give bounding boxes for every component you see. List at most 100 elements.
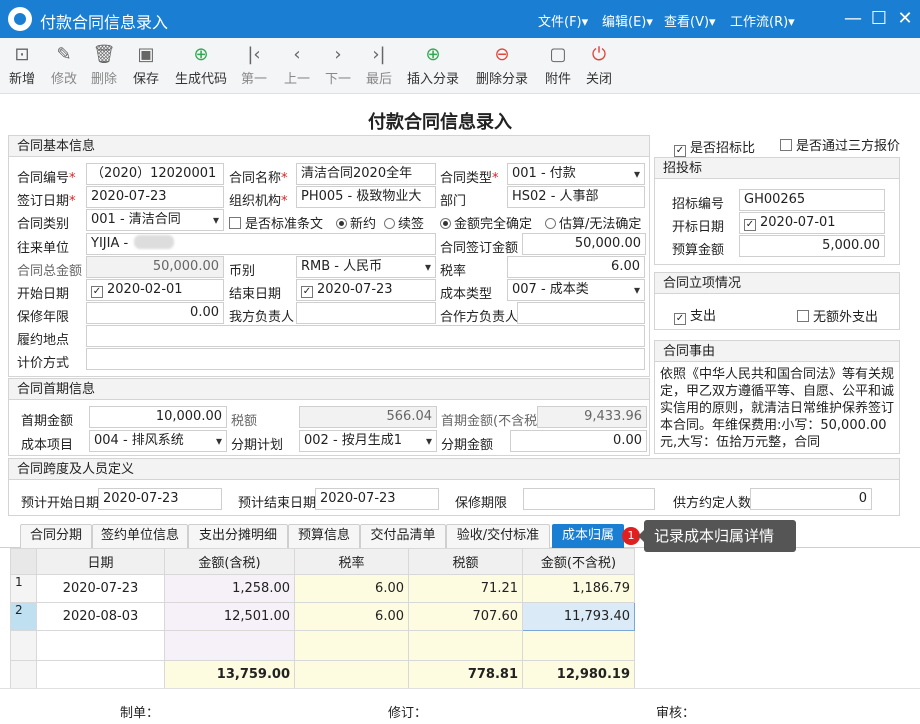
check-icon[interactable]: ✓ [301,286,313,298]
warranty-input[interactable]: 0.00 [86,302,224,324]
next-button[interactable]: › 下一 [322,44,354,87]
attachment-button[interactable]: ▢ 附件 [542,44,574,87]
signed-amount-input[interactable]: 50,000.00 [522,233,646,255]
pricing-input[interactable] [86,348,645,370]
is-bid-checkbox[interactable]: ✓ 是否招标比 [674,137,755,157]
extra-expense-checkbox[interactable]: 无额外支出 [797,306,878,325]
minimize-icon[interactable]: — [840,6,866,32]
delete-row-button[interactable]: ⊖ 删除分录 [474,44,530,87]
third-party-checkbox[interactable]: 是否通过三方报价 [780,135,900,154]
power-button[interactable]: ⏻ 关闭 [583,44,615,87]
plan-label: 分期计划 [231,438,284,453]
supplier-count-label: 供方约定人数 [673,496,752,511]
tax-rate-input[interactable]: 6.00 [507,256,645,278]
our-owner-input[interactable] [296,302,436,324]
cell-tax-rate[interactable]: 6.00 [294,602,409,631]
cell-amount-notax[interactable]: 11,793.40 [522,602,635,631]
currency-select[interactable]: RMB - 人民币 [296,256,436,278]
insert-row-button[interactable]: ⊕ 插入分录 [405,44,461,87]
partner-owner-input[interactable] [517,302,645,324]
toolbar-label: 新增 [8,72,35,87]
tab-signing-units[interactable]: 签约单位信息 [92,524,188,548]
cell-tax[interactable]: 71.21 [408,574,523,603]
cost-type-select[interactable]: 007 - 成本类 [507,279,645,301]
warranty-period-input[interactable] [523,488,655,510]
bid-no-input[interactable]: GH00265 [739,189,885,211]
contract-name-input[interactable]: 清洁合同2020全年 [296,163,436,185]
is-standard-checkbox[interactable]: 是否标准条文 [229,213,323,232]
total-input: 50,000.00 [86,256,224,278]
tab-expense-allocation[interactable]: 支出分摊明细 [188,524,288,548]
last-button[interactable]: ›| 最后 [363,44,395,87]
cost-type-label: 成本类型 [440,287,493,302]
tab-installments[interactable]: 合同分期 [20,524,92,548]
radio-amount-fixed[interactable]: 金额完全确定 [440,213,532,232]
new-doc-button[interactable]: ⊡ 新增 [6,44,38,87]
maximize-icon[interactable]: ☐ [866,6,892,32]
org-input[interactable]: PH005 - 极致物业大 [296,186,436,208]
table-row[interactable]: 2 2020-08-03 12,501.00 6.00 707.60 11,79… [10,602,635,631]
est-start-input[interactable]: 2020-07-23 [98,488,222,510]
tab-acceptance[interactable]: 验收/交付标准 [446,524,550,548]
est-end-input[interactable]: 2020-07-23 [315,488,439,510]
contract-type-select[interactable]: 001 - 付款 [507,163,645,185]
save-button[interactable]: ▣ 保存 [130,44,162,87]
budget-input[interactable]: 5,000.00 [739,235,885,257]
open-date-input[interactable]: ✓ 2020-07-01 [739,212,885,234]
end-date-input[interactable]: ✓ 2020-07-23 [296,279,436,301]
maker-label: 制单： [120,706,160,721]
cell-amount[interactable]: 1,258.00 [164,574,295,603]
cost-item-select[interactable]: 004 - 排风系统 [89,430,227,452]
first-amount-input[interactable]: 10,000.00 [89,406,227,428]
menu-workflow[interactable]: 工作流(R)▾ [730,11,795,30]
col-header[interactable]: 日期 [36,548,165,575]
table-row[interactable]: 1 2020-07-23 1,258.00 6.00 71.21 1,186.7… [10,574,635,603]
first-button[interactable]: |‹ 第一 [238,44,270,87]
add-circle-button[interactable]: ⊕ 生成代码 [172,44,230,87]
edit-button[interactable]: ✎ 修改 [48,44,80,87]
col-header[interactable]: 税率 [294,548,409,575]
delete-row-icon: ⊖ [494,44,510,65]
contract-no-input[interactable]: （2020）12020001 [86,163,224,185]
radio-renew[interactable]: 续签 [384,213,424,232]
dept-input[interactable]: HS02 - 人事部 [507,186,645,208]
cell-tax-rate[interactable]: 6.00 [294,574,409,603]
cell-tax[interactable]: 707.60 [408,602,523,631]
cell-amount[interactable]: 12,501.00 [164,602,295,631]
radio-new[interactable]: 新约 [336,213,376,232]
place-input[interactable] [86,325,645,347]
prev-button[interactable]: ‹ 上一 [281,44,313,87]
menu-edit[interactable]: 编辑(E)▾ [602,11,653,30]
cell-date[interactable]: 2020-07-23 [36,574,165,603]
prev-icon: ‹ [293,44,301,65]
expense-checkbox[interactable]: ✓ 支出 [674,305,716,325]
col-header[interactable]: 税额 [408,548,523,575]
category-select[interactable]: 001 - 清洁合同 [86,209,224,231]
period-amount-input[interactable]: 0.00 [510,430,647,452]
plan-select[interactable]: 002 - 按月生成1 [299,430,437,452]
start-date-input[interactable]: ✓ 2020-02-01 [86,279,224,301]
row-number: 2 [10,602,37,631]
col-header[interactable]: 金额(含税) [164,548,295,575]
close-icon[interactable]: ✕ [892,6,918,32]
tab-budget[interactable]: 预算信息 [288,524,360,548]
warranty-period-label: 保修期限 [455,496,508,511]
cost-attribution-table: 日期 金额(含税) 税率 税额 金额(不含税) 1 2020-07-23 1,2… [10,548,635,689]
sign-date-input[interactable]: 2020-07-23 [86,186,224,208]
cell-amount-notax[interactable]: 1,186.79 [522,574,635,603]
tab-deliverables[interactable]: 交付品清单 [360,524,446,548]
check-icon[interactable]: ✓ [91,286,103,298]
toolbar-label: 下一 [324,72,351,87]
menu-file[interactable]: 文件(F)▾ [538,11,588,30]
radio-amount-estimate[interactable]: 估算/无法确定 [545,213,641,232]
col-header[interactable]: 金额(不含税) [522,548,635,575]
reason-text[interactable]: 依照《中华人民共和国合同法》等有关规定，甲乙双方遵循平等、自愿、公平和诚实信用的… [656,364,898,452]
toolbar-label: 附件 [544,72,571,87]
cell-date[interactable]: 2020-08-03 [36,602,165,631]
tab-cost-attribution[interactable]: 成本归属 [552,524,624,548]
partner-input[interactable]: YIJIA - [86,233,436,255]
supplier-count-input[interactable]: 0 [750,488,872,510]
check-icon[interactable]: ✓ [744,219,756,231]
trash-button[interactable]: 🗑 删除 [88,44,120,87]
menu-view[interactable]: 查看(V)▾ [664,11,716,30]
